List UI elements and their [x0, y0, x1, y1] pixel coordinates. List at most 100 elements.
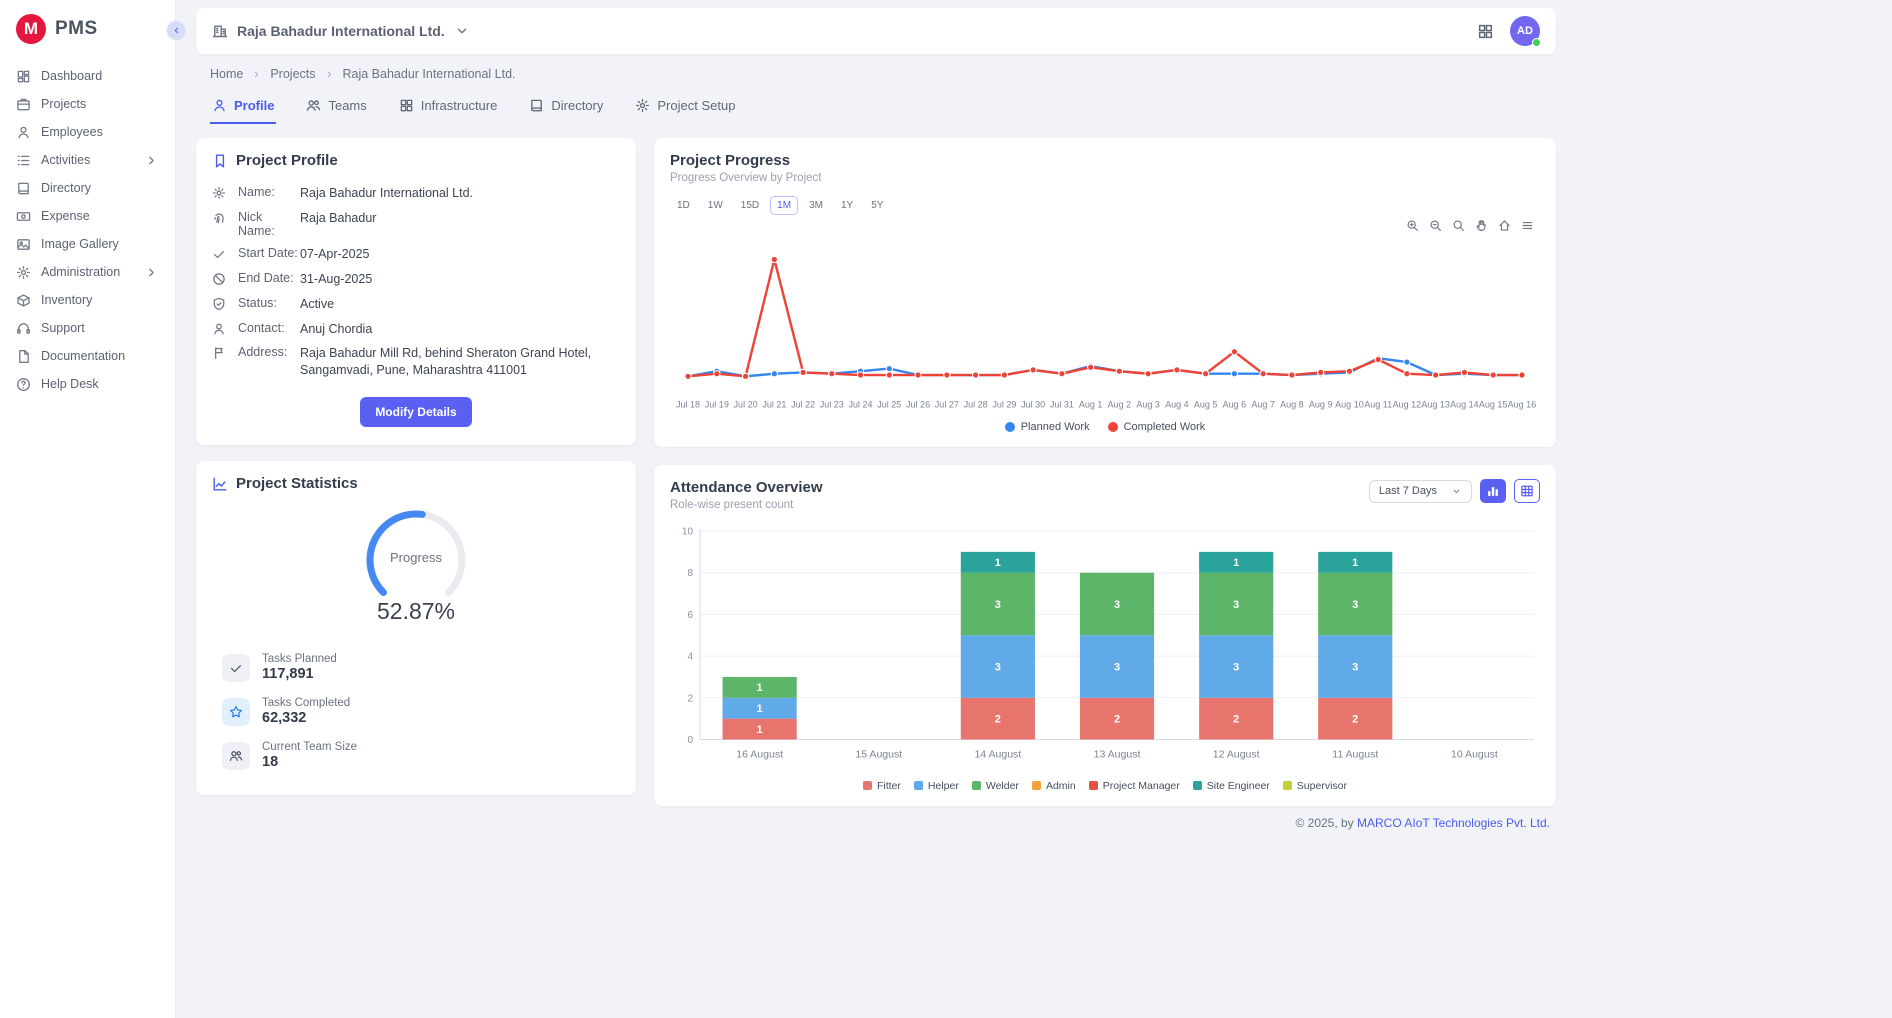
profile-field-contact: Contact:Anuj Chordia [212, 317, 620, 342]
svg-text:11 August: 11 August [1332, 749, 1378, 761]
main-content: Raja Bahadur International Ltd. AD Home P… [176, 0, 1892, 1018]
svg-text:Aug 9: Aug 9 [1309, 399, 1333, 409]
expense-icon [16, 209, 31, 224]
legend-label: Planned Work [1021, 421, 1090, 433]
date-range-select[interactable]: Last 7 Days [1369, 480, 1472, 503]
select-value: Last 7 Days [1379, 485, 1437, 497]
field-label: End Date: [238, 271, 300, 285]
tab-infrastructure[interactable]: Infrastructure [397, 91, 500, 124]
app-logo[interactable]: M PMS [0, 0, 175, 56]
stats-list: Tasks Planned117,891Tasks Completed62,33… [212, 653, 620, 780]
sidebar-item-help-desk[interactable]: Help Desk [0, 370, 175, 398]
menu-icon[interactable] [1521, 217, 1534, 233]
range-3m[interactable]: 3M [802, 196, 830, 215]
sidebar-item-label: Directory [41, 181, 159, 195]
legend-swatch [1193, 781, 1202, 790]
tab-teams[interactable]: Teams [304, 91, 368, 124]
sidebar-item-expense[interactable]: Expense [0, 202, 175, 230]
stat-value: 117,891 [262, 666, 337, 682]
chevron-right-icon [144, 265, 159, 280]
sidebar-item-dashboard[interactable]: Dashboard [0, 62, 175, 90]
tab-label: Profile [234, 98, 274, 113]
sidebar-item-support[interactable]: Support [0, 314, 175, 342]
range-5y[interactable]: 5Y [864, 196, 890, 215]
legend-item-planned-work[interactable]: Planned Work [1005, 421, 1090, 433]
svg-text:Jul 23: Jul 23 [820, 399, 844, 409]
sidebar-item-label: Image Gallery [41, 237, 159, 251]
field-label: Start Date: [238, 246, 300, 260]
svg-text:Jul 26: Jul 26 [906, 399, 930, 409]
tab-project-setup[interactable]: Project Setup [633, 91, 737, 124]
sidebar-collapse-button[interactable] [167, 21, 185, 39]
legend-item-welder[interactable]: Welder [972, 780, 1019, 792]
logo-icon: M [16, 14, 46, 44]
svg-text:1: 1 [1233, 558, 1239, 570]
chevron-right-icon [324, 69, 335, 80]
legend-item-completed-work[interactable]: Completed Work [1108, 421, 1206, 433]
sidebar-item-administration[interactable]: Administration [0, 258, 175, 286]
breadcrumb-item[interactable]: Projects [270, 67, 315, 81]
svg-text:3: 3 [1233, 662, 1239, 674]
line-chart[interactable]: Jul 18Jul 19Jul 20Jul 21Jul 22Jul 23Jul … [670, 233, 1540, 419]
sidebar-item-employees[interactable]: Employees [0, 118, 175, 146]
sidebar-item-label: Activities [41, 153, 134, 167]
svg-text:13 August: 13 August [1094, 749, 1141, 761]
sidebar-item-directory[interactable]: Directory [0, 174, 175, 202]
star-icon [222, 698, 250, 726]
tab-directory[interactable]: Directory [527, 91, 605, 124]
range-1m[interactable]: 1M [770, 196, 798, 215]
inventory-icon [16, 293, 31, 308]
company-selector[interactable]: Raja Bahadur International Ltd. [212, 23, 470, 39]
chart-view-toggle[interactable] [1480, 479, 1506, 503]
legend-label: Admin [1046, 780, 1076, 792]
range-1d[interactable]: 1D [670, 196, 697, 215]
range-15d[interactable]: 15D [734, 196, 766, 215]
zoom-in-icon[interactable] [1406, 217, 1419, 233]
zoom-out-icon[interactable] [1429, 217, 1442, 233]
range-1y[interactable]: 1Y [834, 196, 860, 215]
table-view-toggle[interactable] [1514, 479, 1540, 503]
legend-item-helper[interactable]: Helper [914, 780, 959, 792]
bar-chart[interactable]: 024681011116 August15 August233114 Augus… [670, 523, 1540, 774]
legend-item-supervisor[interactable]: Supervisor [1283, 780, 1347, 792]
sidebar-item-projects[interactable]: Projects [0, 90, 175, 118]
svg-text:3: 3 [995, 662, 1001, 674]
svg-text:Jul 31: Jul 31 [1050, 399, 1074, 409]
gauge-label: Progress [351, 550, 481, 565]
footer: © 2025, by MARCO AIoT Technologies Pvt. … [196, 806, 1556, 830]
user-icon [16, 125, 31, 140]
svg-text:3: 3 [995, 599, 1001, 611]
search-icon[interactable] [1452, 217, 1465, 233]
sidebar-item-image-gallery[interactable]: Image Gallery [0, 230, 175, 258]
legend-item-site-engineer[interactable]: Site Engineer [1193, 780, 1270, 792]
svg-text:Aug 5: Aug 5 [1194, 399, 1218, 409]
chevron-left-icon [171, 25, 182, 36]
legend-item-fitter[interactable]: Fitter [863, 780, 901, 792]
breadcrumb-item[interactable]: Home [210, 67, 243, 81]
sidebar-item-inventory[interactable]: Inventory [0, 286, 175, 314]
stat-tasks-planned: Tasks Planned117,891 [222, 653, 610, 682]
range-buttons: 1D1W15D1M3M1Y5Y [670, 196, 1540, 215]
apps-grid-icon[interactable] [1477, 23, 1494, 40]
legend-item-project-manager[interactable]: Project Manager [1089, 780, 1180, 792]
footer-link[interactable]: MARCO AIoT Technologies Pvt. Ltd. [1357, 816, 1550, 830]
chart-toolbar [670, 217, 1540, 233]
progress-gauge-wrap: Progress [351, 504, 481, 600]
fingerprint-icon [212, 211, 226, 225]
user-menu[interactable]: AD [1510, 16, 1540, 46]
sidebar-item-documentation[interactable]: Documentation [0, 342, 175, 370]
pan-icon[interactable] [1475, 217, 1488, 233]
range-1w[interactable]: 1W [701, 196, 730, 215]
svg-text:12 August: 12 August [1213, 749, 1260, 761]
legend-item-admin[interactable]: Admin [1032, 780, 1076, 792]
sidebar-item-label: Dashboard [41, 69, 159, 83]
svg-text:Jul 27: Jul 27 [935, 399, 959, 409]
profile-field-status: Status:Active [212, 292, 620, 317]
sidebar-item-label: Support [41, 321, 159, 335]
tab-profile[interactable]: Profile [210, 91, 276, 124]
modify-details-button[interactable]: Modify Details [360, 397, 471, 427]
home-icon[interactable] [1498, 217, 1511, 233]
svg-text:Aug 14: Aug 14 [1450, 399, 1479, 409]
sidebar-item-label: Expense [41, 209, 159, 223]
sidebar-item-activities[interactable]: Activities [0, 146, 175, 174]
